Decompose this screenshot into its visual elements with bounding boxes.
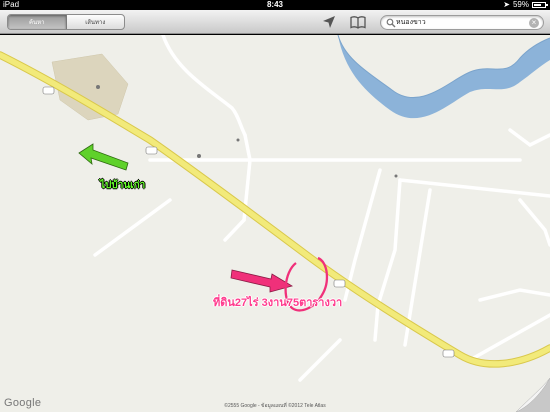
maps-toolbar: ค้นหา เส้นทาง ×: [0, 10, 550, 34]
battery-icon: [532, 2, 548, 8]
segment-search[interactable]: ค้นหา: [8, 15, 67, 29]
search-icon: [386, 18, 396, 28]
river: [338, 35, 550, 119]
battery-area: ➤ 59%: [503, 0, 548, 10]
map-canvas[interactable]: [0, 35, 550, 412]
annotation-old-home: ไปบ้านเก่า: [100, 180, 146, 191]
battery-percent: 59%: [512, 0, 529, 9]
status-bar: iPad 8:43 ➤ 59%: [0, 0, 550, 10]
clock: 8:43: [266, 0, 283, 9]
annotation-land-size: ที่ดิน27ไร่ 3งาน75ตารางวา: [213, 297, 343, 309]
map-layer: [0, 35, 550, 382]
search-directions-segmented-control[interactable]: ค้นหา เส้นทาง: [7, 14, 125, 30]
map-copyright: ©2555 Google - ข้อมูลแผนที่ ©2012 Tele A…: [224, 403, 326, 409]
old-home-arrow: [78, 143, 129, 171]
search-field[interactable]: ×: [380, 15, 544, 30]
current-location-icon[interactable]: [322, 15, 336, 29]
search-input[interactable]: [396, 17, 516, 28]
bookmarks-icon[interactable]: [350, 15, 366, 29]
highway-fill: [0, 52, 550, 367]
battery-fill: [534, 4, 542, 6]
location-status-icon: ➤: [503, 0, 510, 9]
land-arrow: [230, 269, 294, 293]
segment-directions[interactable]: เส้นทาง: [67, 15, 125, 29]
clear-search-icon[interactable]: ×: [529, 18, 539, 28]
page-curl-button[interactable]: [516, 378, 550, 412]
